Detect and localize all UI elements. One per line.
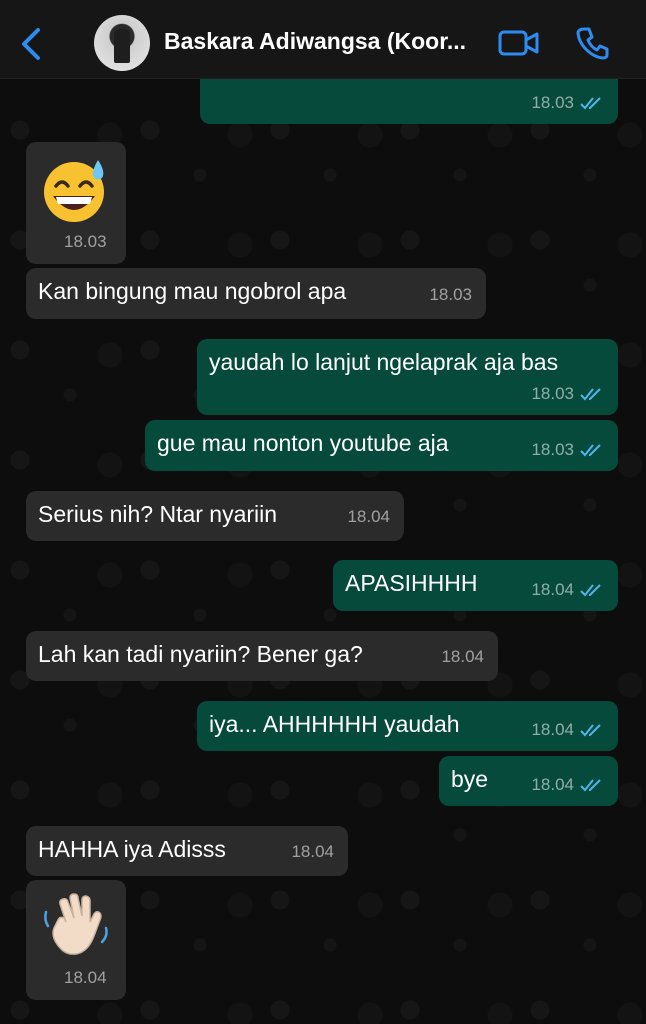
message-text: Serius nih? Ntar nyariin xyxy=(38,501,278,527)
grinning-face-with-sweat-icon xyxy=(44,160,104,222)
message-bubble-incoming[interactable]: HAHHA iya Adisss 18.04 xyxy=(26,826,348,876)
waving-hand-icon xyxy=(44,893,108,955)
read-ticks-icon xyxy=(580,444,601,457)
message-text: gue mau nonton youtube aja xyxy=(157,430,449,456)
message-bubble-outgoing[interactable]: yaudah lo lanjut ngelaprak aja bas 18.03 xyxy=(197,339,618,415)
message-bubble-outgoing[interactable]: iya... AHHHHHH yaudah 18.04 xyxy=(197,701,618,751)
message-meta: 18.04 xyxy=(531,576,604,604)
message-bubble-incoming-emoji[interactable]: 18.03 xyxy=(26,142,126,264)
message-text: iya... AHHHHHH yaudah xyxy=(209,711,460,737)
message-text: bye xyxy=(451,766,489,792)
message-meta: 18.03 xyxy=(531,436,604,464)
contact-name[interactable]: Baskara Adiwangsa (Koor... xyxy=(164,28,494,55)
message-meta: 18.03 xyxy=(531,89,604,117)
message-text: HAHHA iya Adisss xyxy=(38,836,226,862)
read-ticks-icon xyxy=(580,724,601,737)
message-bubble-incoming[interactable]: Lah kan tadi nyariin? Bener ga? 18.04 xyxy=(26,631,498,681)
message-time: 18.03 xyxy=(429,285,472,304)
message-bubble-outgoing[interactable]: APASIHHHH 18.04 xyxy=(333,560,618,611)
message-meta: 18.04 xyxy=(291,838,334,866)
video-call-icon[interactable] xyxy=(498,28,540,58)
read-ticks-icon xyxy=(580,779,601,792)
message-meta: 18.04 xyxy=(531,771,604,799)
message-time: 18.04 xyxy=(531,775,574,794)
message-time: 18.03 xyxy=(531,384,574,403)
phone-icon[interactable] xyxy=(576,26,610,60)
message-bubble-outgoing[interactable]: gue mau nonton youtube aja 18.03 xyxy=(145,420,618,471)
message-text: APASIHHHH xyxy=(345,570,478,596)
message-text: Kan bingung mau ngobrol apa xyxy=(38,278,347,304)
chevron-left-icon[interactable] xyxy=(14,24,48,64)
message-bubble-incoming[interactable]: Kan bingung mau ngobrol apa 18.03 xyxy=(26,268,486,319)
message-time: 18.03 xyxy=(531,440,574,459)
read-ticks-icon xyxy=(580,584,601,597)
avatar[interactable] xyxy=(94,15,150,71)
message-time: 18.04 xyxy=(531,580,574,599)
chat-header: Baskara Adiwangsa (Koor... xyxy=(0,0,646,79)
message-meta: 18.04 xyxy=(347,503,390,531)
message-time: 18.04 xyxy=(531,720,574,739)
message-meta: 18.03 xyxy=(429,281,472,309)
message-time: 18.04 xyxy=(441,647,484,666)
read-ticks-icon xyxy=(580,97,601,110)
read-ticks-icon xyxy=(580,388,601,401)
message-text: yaudah lo lanjut ngelaprak aja bas xyxy=(209,349,559,375)
message-bubble-incoming[interactable]: Serius nih? Ntar nyariin 18.04 xyxy=(26,491,404,541)
message-meta: 18.04 xyxy=(441,643,484,671)
message-time: 18.04 xyxy=(64,968,107,987)
message-time: 18.03 xyxy=(531,93,574,112)
message-bubble-incoming-emoji[interactable]: 18.04 xyxy=(26,880,126,1000)
message-time: 18.04 xyxy=(291,842,334,861)
message-meta: 18.04 xyxy=(531,716,604,744)
message-time: 18.03 xyxy=(64,232,107,251)
message-time: 18.04 xyxy=(347,507,390,526)
message-bubble-outgoing[interactable]: bye 18.04 xyxy=(439,756,618,806)
message-text: Lah kan tadi nyariin? Bener ga? xyxy=(38,641,363,667)
message-meta: 18.03 xyxy=(531,380,604,408)
